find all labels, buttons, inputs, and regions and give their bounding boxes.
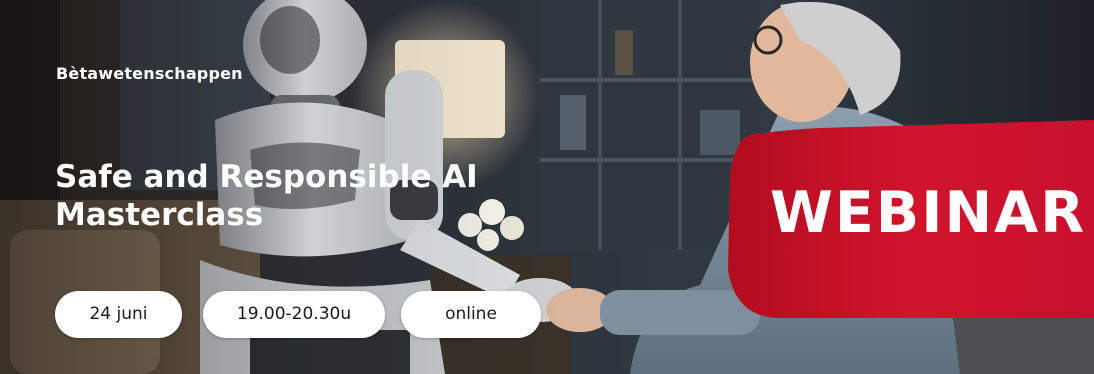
webinar-badge: WEBINAR	[770, 180, 1087, 246]
category-label: Bètawetenschappen	[56, 64, 243, 83]
webinar-banner[interactable]: Bètawetenschappen Safe and Responsible A…	[0, 0, 1094, 374]
time-pill: 19.00-20.30u	[203, 291, 385, 338]
date-pill: 24 juni	[55, 291, 182, 338]
page-title: Safe and Responsible AI Masterclass	[55, 158, 525, 234]
location-pill: online	[401, 291, 541, 338]
title-line-1: Safe and Responsible AI	[55, 159, 478, 195]
title-line-2: Masterclass	[55, 197, 264, 233]
